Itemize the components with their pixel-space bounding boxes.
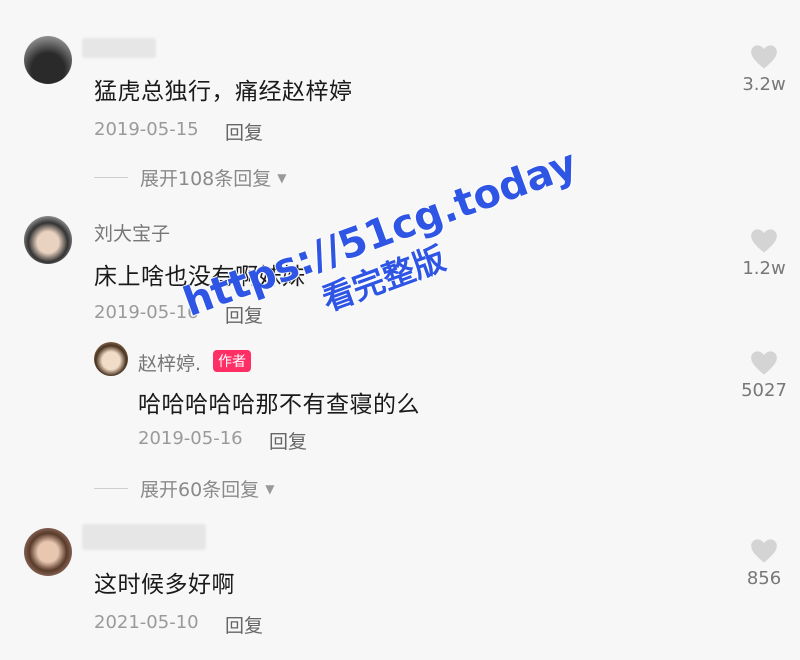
avatar[interactable]: [24, 528, 72, 576]
reply-button[interactable]: 回复: [269, 427, 307, 454]
triangle-down-icon: ▼: [265, 481, 275, 496]
divider: [94, 177, 128, 178]
expand-label: 展开60条回复: [140, 479, 260, 501]
heart-icon: [751, 351, 777, 375]
heart-icon: [751, 539, 777, 563]
author-badge: 作者: [213, 350, 251, 372]
divider: [94, 488, 128, 489]
username-blurred: [82, 38, 156, 58]
avatar[interactable]: [94, 342, 128, 376]
username-blurred: [82, 524, 206, 550]
expand-replies[interactable]: 展开108条回复 ▼: [94, 164, 287, 191]
reply-button[interactable]: 回复: [225, 301, 263, 328]
like-button[interactable]: 3.2w: [734, 44, 794, 95]
like-button[interactable]: 1.2w: [734, 228, 794, 279]
comment-text: 床上啥也没有啊妹妹: [94, 264, 306, 290]
avatar[interactable]: [24, 216, 72, 264]
expand-label: 展开108条回复: [140, 168, 272, 190]
comment-date: 2021-05-10: [94, 612, 199, 633]
avatar[interactable]: [24, 36, 72, 84]
heart-icon: [751, 229, 777, 253]
triangle-down-icon: ▼: [277, 170, 287, 185]
comment-text: 这时候多好啊: [94, 572, 235, 598]
reply-date: 2019-05-16: [138, 428, 243, 449]
comment-date: 2019-05-16: [94, 302, 199, 323]
reply-button[interactable]: 回复: [225, 611, 263, 638]
like-button[interactable]: 856: [734, 538, 794, 589]
like-count: 856: [746, 568, 782, 589]
like-count: 1.2w: [742, 258, 786, 279]
comment-text: 猛虎总独行，痛经赵梓婷: [94, 79, 353, 105]
heart-icon: [751, 45, 777, 69]
like-count: 3.2w: [742, 74, 786, 95]
like-button[interactable]: 5027: [734, 350, 794, 401]
like-count: 5027: [741, 380, 787, 401]
username[interactable]: 赵梓婷.: [138, 349, 201, 376]
expand-replies[interactable]: 展开60条回复 ▼: [94, 475, 274, 502]
comment-date: 2019-05-15: [94, 119, 199, 140]
username[interactable]: 刘大宝子: [94, 219, 170, 246]
reply-button[interactable]: 回复: [225, 118, 263, 145]
reply-text: 哈哈哈哈哈那不有查寝的么: [138, 392, 420, 418]
